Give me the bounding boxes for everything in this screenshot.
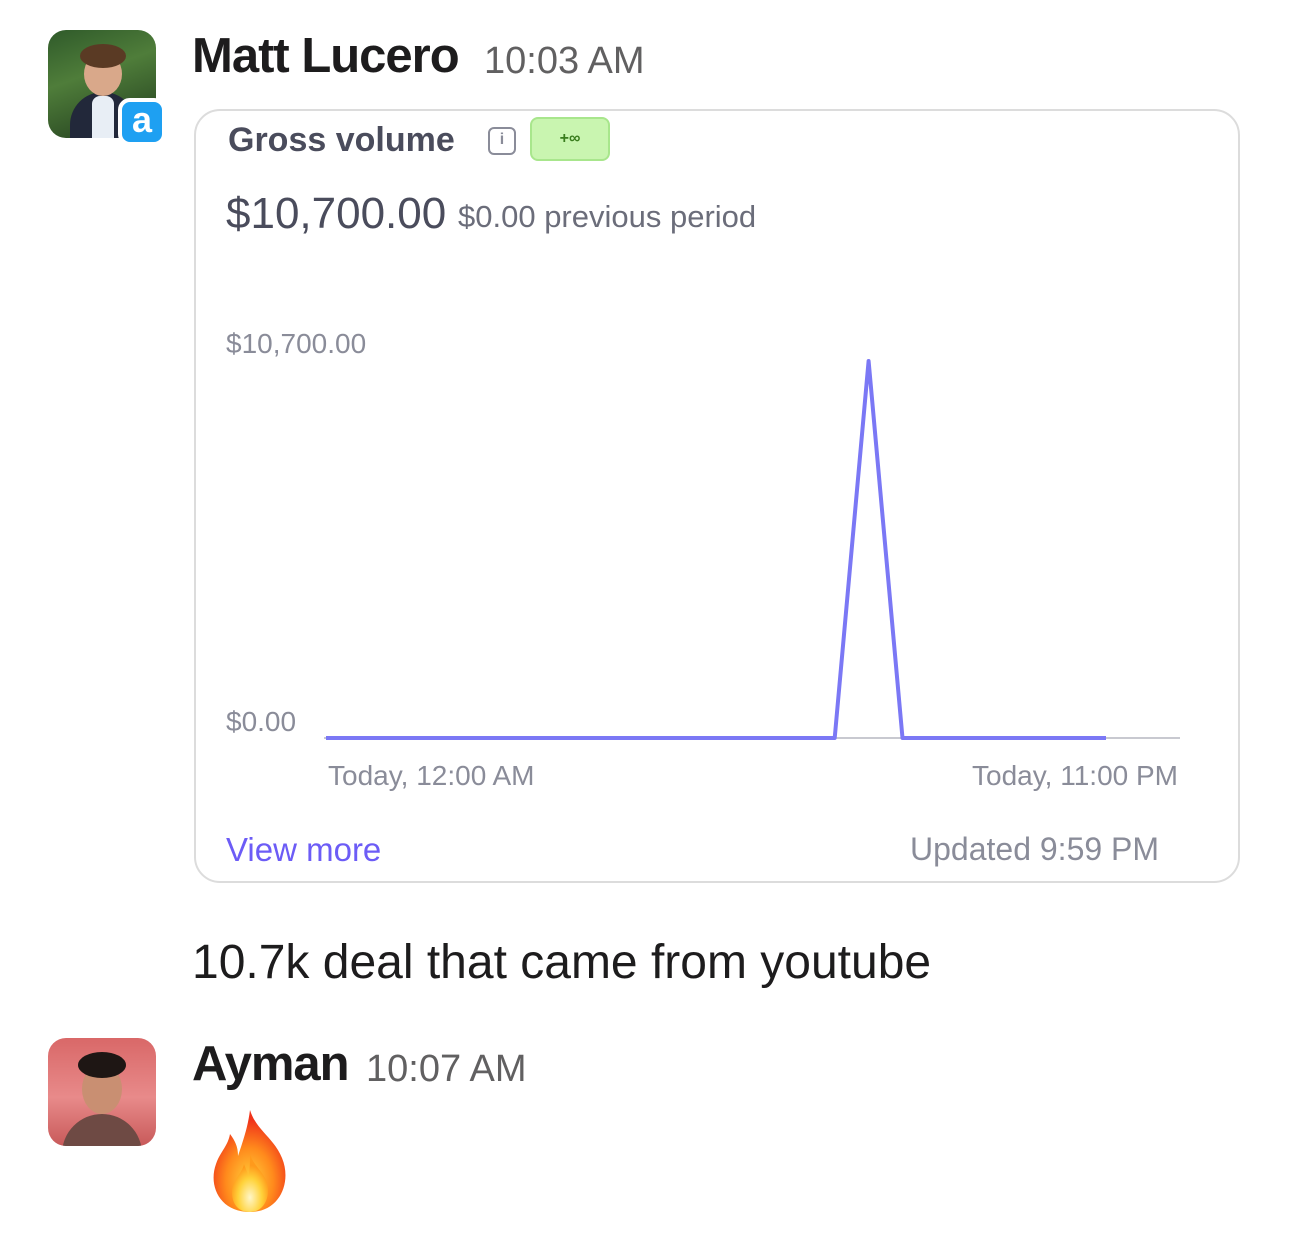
view-more-link[interactable]: View more	[226, 831, 381, 869]
y-tick-label: $10,700.00	[226, 328, 366, 359]
series-line	[326, 359, 1106, 740]
avatar-shirt	[92, 96, 114, 138]
message-text: 10.7k deal that came from youtube	[192, 936, 932, 989]
author-name[interactable]: Ayman	[192, 1036, 350, 1092]
x-tick-label: Today, 11:00 PM	[972, 760, 1178, 791]
avatar-body	[62, 1114, 142, 1146]
avatar-ayman[interactable]	[48, 1038, 156, 1146]
avatar-hair	[80, 44, 126, 68]
fire-emoji-icon[interactable]	[204, 1108, 296, 1216]
updated-timestamp: Updated 9:59 PM	[910, 831, 1160, 867]
y-tick-label: $0.00	[226, 706, 296, 737]
avatar-hair	[78, 1052, 126, 1078]
message-timestamp[interactable]: 10:07 AM	[366, 1048, 527, 1091]
stripe-attachment-card[interactable]: Gross volume i +∞ $10,700.00 $0.00 previ…	[194, 109, 1240, 883]
author-name[interactable]: Matt Lucero	[192, 28, 460, 84]
x-tick-label: Today, 12:00 AM	[328, 760, 535, 791]
message-timestamp[interactable]: 10:03 AM	[484, 40, 645, 83]
app-badge-icon: a	[118, 98, 166, 146]
gross-volume-chart: $10,700.00 $0.00 Today, 12:00 AM Today, …	[226, 328, 1180, 791]
